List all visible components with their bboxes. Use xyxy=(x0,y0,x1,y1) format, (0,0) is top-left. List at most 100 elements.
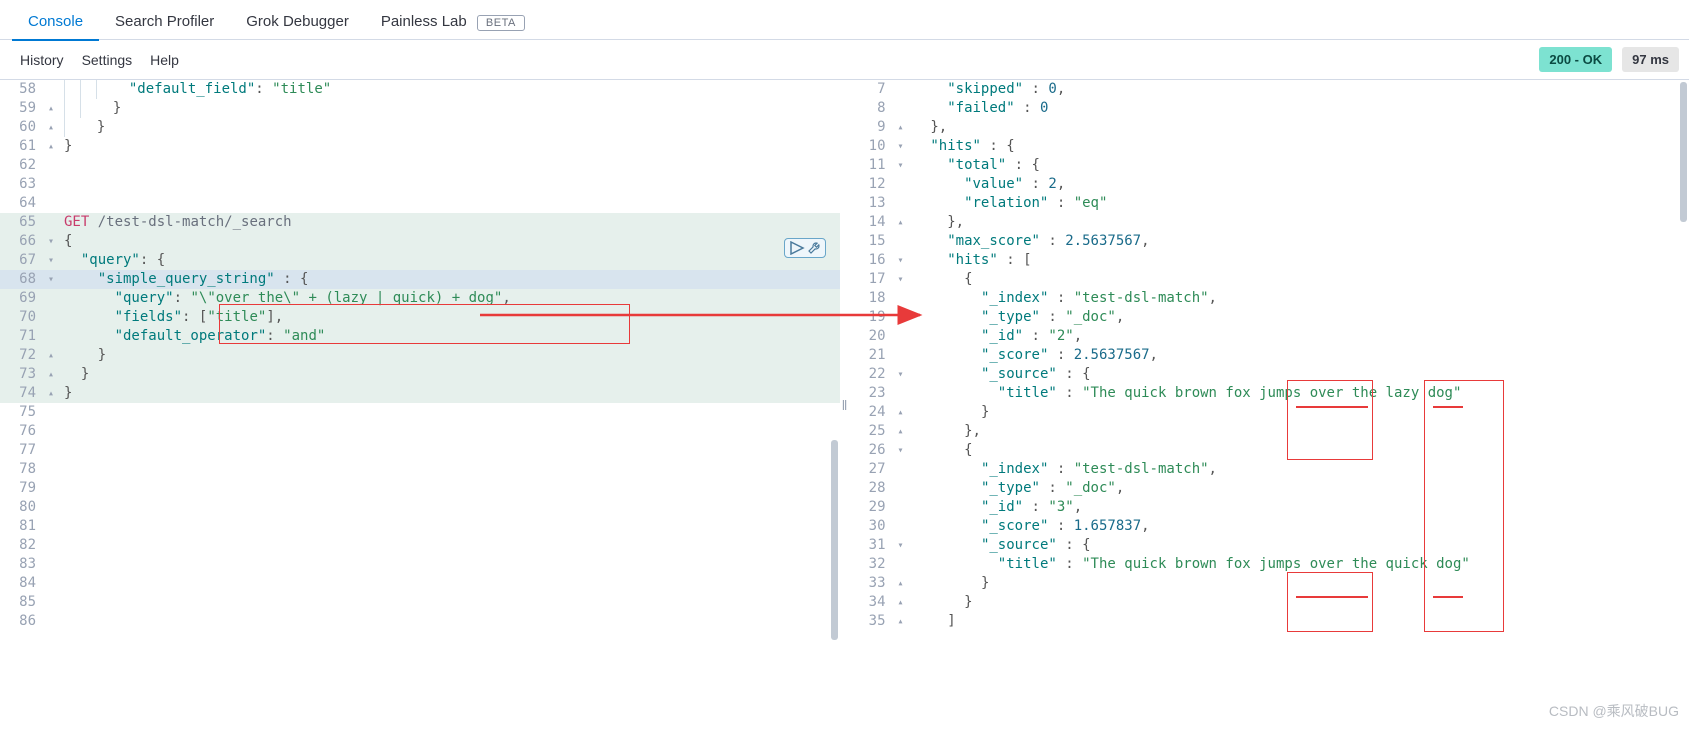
scrollbar-thumb[interactable] xyxy=(831,440,838,640)
code-content[interactable]: GET /test-dsl-match/_search xyxy=(60,213,840,232)
code-content[interactable]: "_id" : "2", xyxy=(910,327,1689,346)
code-line[interactable]: 59▴ } xyxy=(0,99,840,118)
fold-toggle[interactable]: ▾ xyxy=(892,270,910,289)
code-content[interactable] xyxy=(60,498,840,517)
code-line[interactable]: 33▴ } xyxy=(850,574,1689,593)
code-line[interactable]: 78 xyxy=(0,460,840,479)
code-content[interactable]: "_source" : { xyxy=(910,365,1689,384)
fold-toggle[interactable]: ▴ xyxy=(892,403,910,422)
code-line[interactable]: 73▴ } xyxy=(0,365,840,384)
code-content[interactable]: "value" : 2, xyxy=(910,175,1689,194)
code-line[interactable]: 79 xyxy=(0,479,840,498)
code-content[interactable]: { xyxy=(910,441,1689,460)
code-content[interactable]: "_score" : 1.657837, xyxy=(910,517,1689,536)
code-line[interactable]: 26▾ { xyxy=(850,441,1689,460)
fold-toggle[interactable]: ▾ xyxy=(892,137,910,156)
code-content[interactable] xyxy=(60,460,840,479)
code-line[interactable]: 19 "_type" : "_doc", xyxy=(850,308,1689,327)
code-line[interactable]: 85 xyxy=(0,593,840,612)
code-content[interactable] xyxy=(60,612,840,631)
code-line[interactable]: 84 xyxy=(0,574,840,593)
code-content[interactable] xyxy=(60,479,840,498)
code-line[interactable]: 14▴ }, xyxy=(850,213,1689,232)
code-content[interactable]: "_type" : "_doc", xyxy=(910,308,1689,327)
code-line[interactable]: 83 xyxy=(0,555,840,574)
fold-toggle[interactable]: ▴ xyxy=(42,346,60,365)
fold-toggle[interactable]: ▴ xyxy=(42,365,60,384)
code-line[interactable]: 35▴ ] xyxy=(850,612,1689,631)
code-content[interactable] xyxy=(60,175,840,194)
code-line[interactable]: 13 "relation" : "eq" xyxy=(850,194,1689,213)
code-line[interactable]: 60▴ } xyxy=(0,118,840,137)
fold-toggle[interactable]: ▾ xyxy=(892,156,910,175)
code-line[interactable]: 10▾ "hits" : { xyxy=(850,137,1689,156)
code-content[interactable]: "relation" : "eq" xyxy=(910,194,1689,213)
code-content[interactable]: "fields": ["title"], xyxy=(60,308,840,327)
code-line[interactable]: 12 "value" : 2, xyxy=(850,175,1689,194)
code-content[interactable]: }, xyxy=(910,118,1689,137)
code-content[interactable]: } xyxy=(60,365,840,384)
code-content[interactable]: "_type" : "_doc", xyxy=(910,479,1689,498)
fold-toggle[interactable]: ▴ xyxy=(892,118,910,137)
code-line[interactable]: 76 xyxy=(0,422,840,441)
code-content[interactable]: "failed" : 0 xyxy=(910,99,1689,118)
fold-toggle[interactable]: ▾ xyxy=(892,251,910,270)
code-line[interactable]: 58 "default_field": "title" xyxy=(0,80,840,99)
code-line[interactable]: 27 "_index" : "test-dsl-match", xyxy=(850,460,1689,479)
fold-toggle[interactable]: ▴ xyxy=(892,574,910,593)
code-line[interactable]: 31▾ "_source" : { xyxy=(850,536,1689,555)
code-content[interactable]: "_source" : { xyxy=(910,536,1689,555)
code-line[interactable]: 11▾ "total" : { xyxy=(850,156,1689,175)
tab-grok-debugger[interactable]: Grok Debugger xyxy=(230,7,365,40)
scrollbar-thumb[interactable] xyxy=(1680,82,1687,222)
fold-toggle[interactable]: ▴ xyxy=(42,137,60,156)
fold-toggle[interactable]: ▾ xyxy=(892,365,910,384)
code-line[interactable]: 70 "fields": ["title"], xyxy=(0,308,840,327)
code-content[interactable]: } xyxy=(910,403,1689,422)
code-content[interactable] xyxy=(60,517,840,536)
code-content[interactable]: } xyxy=(60,384,840,403)
code-content[interactable]: "default_field": "title" xyxy=(60,80,840,99)
code-line[interactable]: 61▴} xyxy=(0,137,840,156)
code-content[interactable]: } xyxy=(60,118,840,137)
fold-toggle[interactable]: ▾ xyxy=(42,251,60,270)
fold-toggle[interactable]: ▾ xyxy=(42,232,60,251)
code-content[interactable]: "skipped" : 0, xyxy=(910,80,1689,99)
code-line[interactable]: 21 "_score" : 2.5637567, xyxy=(850,346,1689,365)
code-line[interactable]: 75 xyxy=(0,403,840,422)
code-line[interactable]: 81 xyxy=(0,517,840,536)
tab-search-profiler[interactable]: Search Profiler xyxy=(99,7,230,40)
code-content[interactable]: } xyxy=(60,346,840,365)
code-line[interactable]: 69 "query": "\"over the\" + (lazy | quic… xyxy=(0,289,840,308)
fold-toggle[interactable]: ▴ xyxy=(892,612,910,631)
code-content[interactable]: } xyxy=(910,593,1689,612)
code-line[interactable]: 72▴ } xyxy=(0,346,840,365)
code-content[interactable]: ] xyxy=(910,612,1689,631)
help-link[interactable]: Help xyxy=(150,52,179,68)
code-content[interactable]: "hits" : [ xyxy=(910,251,1689,270)
code-content[interactable] xyxy=(60,593,840,612)
code-content[interactable]: "hits" : { xyxy=(910,137,1689,156)
code-line[interactable]: 24▴ } xyxy=(850,403,1689,422)
code-content[interactable] xyxy=(60,536,840,555)
code-content[interactable] xyxy=(60,156,840,175)
code-content[interactable]: "simple_query_string" : { xyxy=(60,270,840,289)
fold-toggle[interactable]: ▴ xyxy=(42,118,60,137)
fold-toggle[interactable]: ▴ xyxy=(42,384,60,403)
code-content[interactable]: "title" : "The quick brown fox jumps ove… xyxy=(910,384,1689,403)
fold-toggle[interactable]: ▾ xyxy=(892,441,910,460)
fold-toggle[interactable]: ▴ xyxy=(42,99,60,118)
code-content[interactable]: "query": { xyxy=(60,251,840,270)
code-content[interactable]: "_index" : "test-dsl-match", xyxy=(910,460,1689,479)
code-line[interactable]: 18 "_index" : "test-dsl-match", xyxy=(850,289,1689,308)
code-line[interactable]: 65GET /test-dsl-match/_search xyxy=(0,213,840,232)
code-line[interactable]: 8 "failed" : 0 xyxy=(850,99,1689,118)
code-line[interactable]: 16▾ "hits" : [ xyxy=(850,251,1689,270)
settings-link[interactable]: Settings xyxy=(82,52,133,68)
code-content[interactable]: "query": "\"over the\" + (lazy | quick) … xyxy=(60,289,840,308)
fold-toggle[interactable]: ▴ xyxy=(892,422,910,441)
code-line[interactable]: 7 "skipped" : 0, xyxy=(850,80,1689,99)
code-content[interactable]: "_score" : 2.5637567, xyxy=(910,346,1689,365)
code-line[interactable]: 67▾ "query": { xyxy=(0,251,840,270)
code-line[interactable]: 68▾ "simple_query_string" : { xyxy=(0,270,840,289)
